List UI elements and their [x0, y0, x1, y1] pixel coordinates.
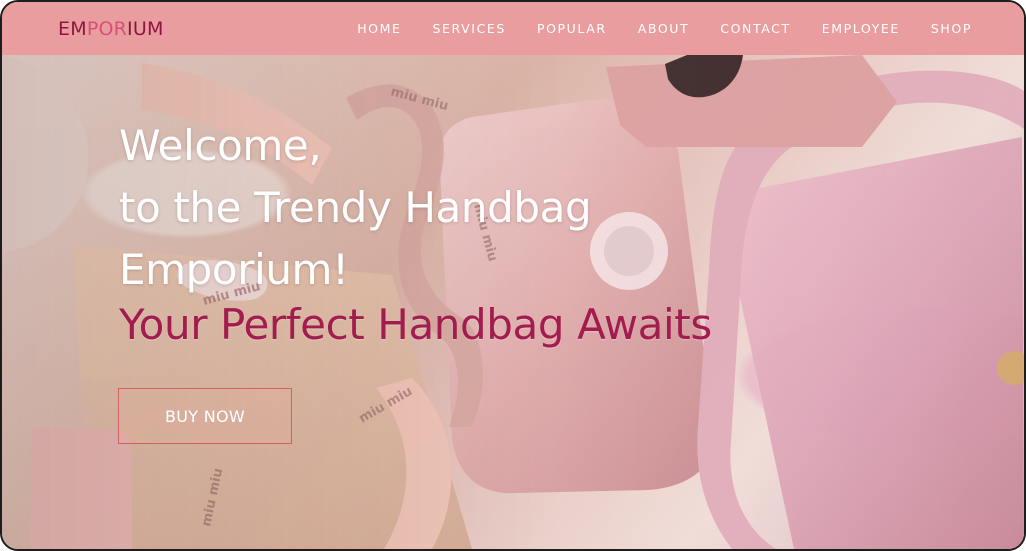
nav-home[interactable]: HOME: [357, 21, 401, 36]
hero-title-line-emporium: Emporium!: [119, 245, 349, 295]
nav-employee[interactable]: EMPLOYEE: [822, 21, 900, 36]
logo-ium: IUM: [127, 17, 164, 40]
hero-section: miu miu miu miu miu miu miu miu miu miu …: [2, 55, 1024, 549]
hero-tagline: Your Perfect Handbag Awaits: [119, 300, 712, 350]
nav-shop[interactable]: SHOP: [931, 21, 972, 36]
hero-title-line-trendy-handbag: to the Trendy Handbag: [119, 183, 592, 233]
nav-about[interactable]: ABOUT: [638, 21, 690, 36]
logo-em: EM: [58, 17, 87, 40]
top-left-plush-shape: [2, 55, 89, 253]
nav-contact[interactable]: CONTACT: [720, 21, 790, 36]
buy-now-button[interactable]: BUY NOW: [118, 388, 292, 444]
logo-por: POR: [86, 17, 128, 40]
bottom-left-clip-shape: [30, 429, 132, 549]
hero-title: Welcome, to the Trendy Handbag Emporium!: [119, 115, 839, 301]
top-navigation-bar: EMPORIUM HOME SERVICES POPULAR ABOUT CON…: [2, 2, 1024, 55]
nav-popular[interactable]: POPULAR: [537, 21, 607, 36]
emporium-logo[interactable]: EMPORIUM: [58, 18, 164, 40]
browser-window: EMPORIUM HOME SERVICES POPULAR ABOUT CON…: [0, 0, 1026, 551]
nav-services[interactable]: SERVICES: [433, 21, 506, 36]
hero-copy: Welcome, to the Trendy Handbag Emporium!…: [119, 115, 839, 352]
hero-title-line-welcome: Welcome,: [119, 121, 322, 170]
main-navigation: HOME SERVICES POPULAR ABOUT CONTACT EMPL…: [357, 21, 972, 36]
